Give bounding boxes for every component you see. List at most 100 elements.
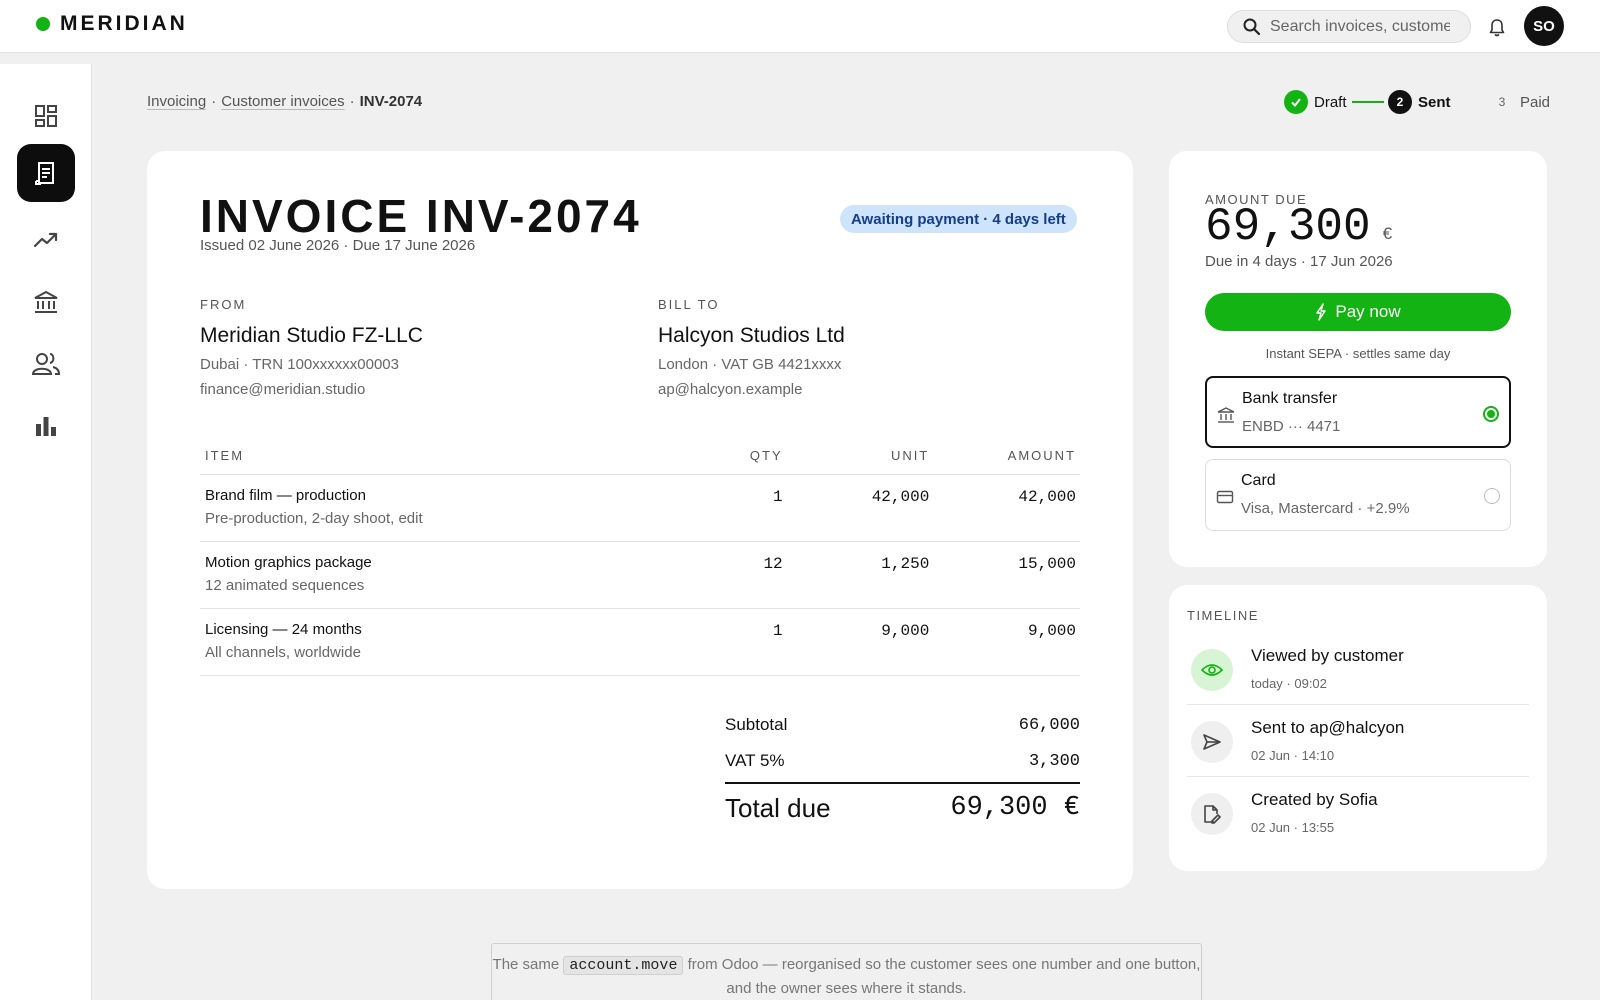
breadcrumb-customer-invoices[interactable]: Customer invoices [221, 93, 344, 110]
column-header-amount: AMOUNT [933, 438, 1080, 475]
timeline-card: TIMELINE Viewed by customer today · 09:0… [1169, 585, 1547, 871]
total-due-label: Total due [725, 792, 831, 823]
column-header-unit: UNIT [786, 438, 934, 475]
sidebar-item-reports[interactable] [17, 397, 75, 455]
column-header-qty: QTY [604, 438, 787, 475]
footnote-code: account.move [563, 956, 684, 975]
timeline-title: Viewed by customer [1251, 646, 1404, 665]
timeline-title: Created by Sofia [1251, 790, 1378, 809]
timeline-time: 02 Jun · 13:55 [1251, 820, 1335, 835]
timeline-time: today · 09:02 [1251, 676, 1327, 691]
invoice-card: INVOICE INV-2074 Issued 02 June 2026 · D… [147, 151, 1133, 889]
bank-icon [1217, 407, 1235, 423]
document-edit-icon [1191, 793, 1233, 835]
breadcrumb: Invoicing · Customer invoices · INV-2074 [147, 93, 422, 110]
invoice-icon [35, 162, 54, 185]
column-header-item: ITEM [200, 438, 605, 475]
timeline-label: TIMELINE [1187, 608, 1259, 623]
table-row: Licensing — 24 months All channels, worl… [200, 608, 1080, 676]
method-title: Card [1241, 472, 1276, 489]
from-name: Meridian Studio FZ-LLC [200, 324, 423, 347]
method-subtitle: Visa, Mastercard · +2.9% [1241, 500, 1410, 517]
vat-row: VAT 5% 3,300 [725, 743, 1080, 779]
step-label: Paid [1520, 93, 1551, 111]
amount-due-currency: € [1382, 224, 1393, 243]
timeline-item: Sent to ap@halcyon 02 Jun · 14:10 [1187, 705, 1529, 777]
method-title: Bank transfer [1242, 390, 1338, 407]
sidebar-item-invoices[interactable] [17, 144, 75, 202]
method-subtitle: ENBD ··· 4471 [1242, 418, 1341, 435]
payment-method-bank-transfer[interactable]: Bank transfer ENBD ··· 4471 [1205, 376, 1511, 448]
step-number: 3 [1498, 95, 1506, 109]
bar-chart-icon [36, 417, 56, 436]
step-number: 2 [1388, 90, 1412, 114]
timeline-time: 02 Jun · 14:10 [1251, 748, 1335, 763]
subtotal-row: Subtotal 66,000 [725, 707, 1080, 743]
dashboard-icon [35, 105, 57, 127]
bill-to-label: BILL TO [658, 297, 720, 312]
item-unit: 9,000 [786, 608, 934, 676]
vat-value: 3,300 [1028, 751, 1080, 771]
lightning-icon [1316, 303, 1327, 321]
item-name: Brand film — production [205, 486, 366, 504]
eye-icon [1191, 649, 1233, 691]
payment-note: Instant SEPA · settles same day [1265, 346, 1451, 361]
item-description: All channels, worldwide [205, 643, 361, 661]
item-cell: Licensing — 24 months All channels, worl… [200, 608, 605, 676]
item-name: Licensing — 24 months [205, 620, 362, 638]
footnote-callout: The same account.move from Odoo — reorga… [491, 943, 1202, 1000]
step-paid: 3 Paid [1490, 90, 1550, 114]
sidebar-item-dashboard[interactable] [17, 87, 75, 145]
bank-icon [34, 290, 58, 313]
method-radio-selected[interactable] [1483, 406, 1499, 422]
trending-up-icon [33, 232, 58, 248]
bill-to-email: ap@halcyon.example [658, 381, 803, 398]
send-icon [1191, 721, 1233, 763]
search-input[interactable] [1270, 17, 1450, 36]
pay-now-label: Pay now [1335, 302, 1401, 321]
table-row: Motion graphics package 12 animated sequ… [200, 541, 1080, 609]
breadcrumb-invoicing[interactable]: Invoicing [147, 93, 206, 110]
check-icon [1284, 90, 1308, 114]
status-stepper: Draft 2 Sent 3 Paid [1284, 90, 1550, 116]
step-label: Draft [1314, 93, 1347, 111]
pay-now-button[interactable]: Pay now [1205, 293, 1511, 331]
footnote-text-after: from Odoo — reorganised so the customer … [687, 956, 1201, 997]
line-items-table: ITEM QTY UNIT AMOUNT Brand film — produc… [200, 438, 1080, 676]
brand-logo[interactable]: MERIDIAN [36, 12, 188, 36]
step-draft: Draft [1284, 90, 1347, 114]
item-description: Pre-production, 2-day shoot, edit [205, 509, 423, 527]
timeline-item: Created by Sofia 02 Jun · 13:55 [1187, 777, 1529, 849]
search-box[interactable] [1227, 10, 1471, 43]
status-badge: Awaiting payment · 4 days left [840, 205, 1077, 233]
payment-method-card[interactable]: Card Visa, Mastercard · +2.9% [1205, 459, 1511, 531]
from-email: finance@meridian.studio [200, 381, 366, 398]
item-amount: 15,000 [933, 541, 1080, 609]
brand-name: MERIDIAN [60, 12, 188, 35]
amount-due-value: 69,300 [1205, 201, 1371, 253]
credit-card-icon [1216, 490, 1234, 504]
amount-due: 69,300 € [1205, 201, 1392, 253]
user-avatar[interactable]: SO [1524, 6, 1564, 46]
brand-dot [36, 17, 50, 31]
sidebar-item-customers[interactable] [17, 335, 75, 393]
sidebar-item-banking[interactable] [17, 273, 75, 331]
item-unit: 42,000 [786, 474, 934, 542]
total-due-row: Total due 69,300 € [725, 784, 1080, 832]
method-radio[interactable] [1484, 488, 1500, 504]
due-date-text: Due in 4 days · 17 Jun 2026 [1205, 253, 1393, 270]
bill-to-address: London · VAT GB 4421xxxx [658, 356, 842, 373]
bell-icon[interactable] [1488, 18, 1506, 38]
item-cell: Motion graphics package 12 animated sequ… [200, 541, 605, 609]
subtotal-value: 66,000 [1018, 715, 1080, 735]
amount-due-card: AMOUNT DUE 69,300 € Due in 4 days · 17 J… [1169, 151, 1547, 567]
step-sent: 2 Sent [1388, 90, 1451, 114]
vat-label: VAT 5% [725, 751, 785, 770]
breadcrumb-separator: · [211, 93, 217, 110]
bill-to-block: BILL TO Halcyon Studios Ltd London · VAT… [658, 297, 1058, 398]
invoice-dates: Issued 02 June 2026 · Due 17 June 2026 [200, 237, 476, 254]
top-bar: MERIDIAN SO [0, 0, 1600, 53]
sidebar-item-analytics[interactable] [17, 211, 75, 269]
timeline-item: Viewed by customer today · 09:02 [1187, 633, 1529, 705]
from-block: FROM Meridian Studio FZ-LLC Dubai · TRN … [200, 297, 600, 398]
